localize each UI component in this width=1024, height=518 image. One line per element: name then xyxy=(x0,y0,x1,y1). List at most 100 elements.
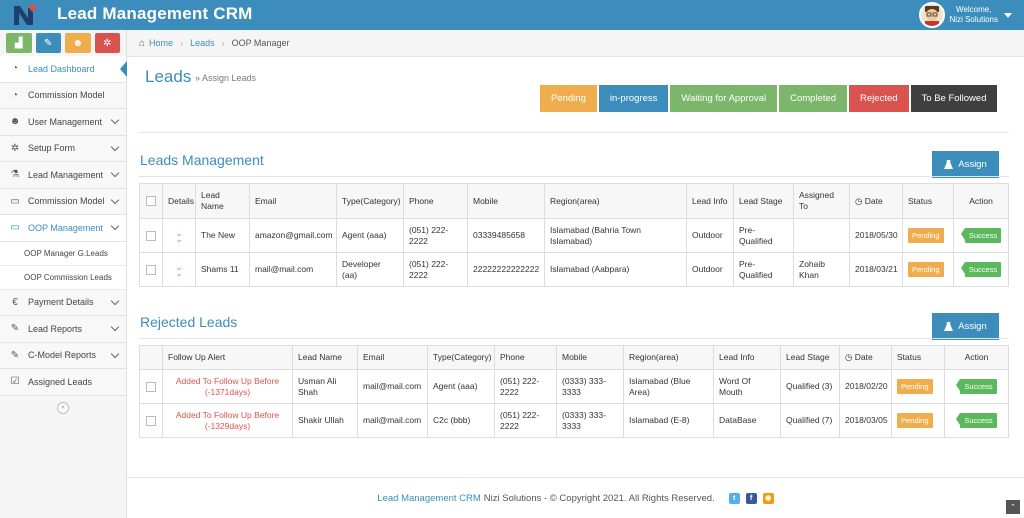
clock-icon: ◷ xyxy=(855,195,863,206)
sidebar-item-payment-details[interactable]: € Payment Details xyxy=(0,289,126,316)
status-filter-bar: Pending in-progress Waiting for Approval… xyxy=(540,85,998,112)
avatar[interactable] xyxy=(918,2,945,28)
breadcrumb-separator-icon: › xyxy=(180,38,184,48)
action-cell: Success xyxy=(944,403,1009,438)
chevron-down-icon xyxy=(110,195,120,204)
sidebar-item-label: OOP Manager G.Leads xyxy=(24,248,108,258)
email-cell: mail@mail.com xyxy=(357,403,428,438)
page-title: Leads xyxy=(145,67,192,86)
flask-icon xyxy=(944,159,954,169)
column-header: Lead Info xyxy=(686,183,734,219)
user-name: Nizi Solutions xyxy=(949,15,998,24)
sidebar-collapse-button[interactable]: « xyxy=(57,401,69,414)
stats-shortcut-button[interactable]: ▟ xyxy=(6,33,32,53)
select-all-checkbox[interactable] xyxy=(146,196,156,206)
column-header-date: ◷ Date xyxy=(839,345,892,370)
pencil-icon: ✎ xyxy=(44,37,53,49)
assign-button[interactable]: Assign xyxy=(932,313,999,340)
breadcrumb-home-link[interactable]: Home xyxy=(149,38,173,48)
breadcrumb-leads-link[interactable]: Leads xyxy=(190,38,215,48)
sidebar-item-oop-management[interactable]: ▭ OOP Management xyxy=(0,215,126,242)
sidebar-item-lead-management[interactable]: ⚗ Lead Management xyxy=(0,162,126,189)
column-header: Mobile xyxy=(556,345,624,370)
chevron-down-icon xyxy=(110,296,120,305)
chevron-down-icon xyxy=(110,221,120,231)
column-header: Lead Stage xyxy=(780,345,840,370)
row-checkbox[interactable] xyxy=(146,230,156,241)
twitter-icon[interactable]: t xyxy=(728,492,740,504)
status-to-be-followed-button[interactable]: To Be Followed xyxy=(910,85,998,112)
success-action-button[interactable]: Success xyxy=(956,413,997,428)
lead-name-cell: Usman Ali Shah xyxy=(292,369,358,404)
success-action-button[interactable]: Success xyxy=(960,228,1002,243)
column-header: Status xyxy=(902,183,954,219)
region-cell: Islamabad (Blue Area) xyxy=(623,369,714,404)
column-header: Type(Category) xyxy=(427,345,495,370)
breadcrumb: ⌂ Home › Leads › OOP Manager xyxy=(127,30,1024,57)
status-waiting-approval-button[interactable]: Waiting for Approval xyxy=(670,85,778,112)
column-header: Assigned To xyxy=(793,183,850,219)
footer-brand: Lead Management CRM xyxy=(377,492,481,504)
status-in-progress-button[interactable]: in-progress xyxy=(598,85,669,112)
sidebar-subitem-oop-manager-gleads[interactable]: OOP Manager G.Leads xyxy=(0,241,126,266)
expand-details-icon[interactable]: ⌄ ⌄ xyxy=(168,262,190,277)
column-header: Type(Category) xyxy=(336,183,404,219)
sidebar-item-assigned-leads[interactable]: ☑ Assigned Leads xyxy=(0,369,126,396)
status-badge: Pending xyxy=(908,228,944,243)
region-cell: Islamabad (Bahria Town Islamabad) xyxy=(544,218,687,253)
row-checkbox[interactable] xyxy=(146,264,156,275)
rss-icon[interactable]: ◉ xyxy=(762,492,774,504)
user-menu[interactable]: Welcome, Nizi Solutions xyxy=(918,0,1012,30)
row-checkbox[interactable] xyxy=(146,381,156,392)
status-cell: Pending xyxy=(902,218,954,253)
app-logo-icon[interactable] xyxy=(12,3,38,27)
success-action-button[interactable]: Success xyxy=(956,379,997,394)
lead-name-cell: The New xyxy=(195,218,250,253)
lead-info-cell: Outdoor xyxy=(686,252,734,287)
follow-up-alert-cell: Added To Follow Up Before (-1329days) xyxy=(162,403,293,438)
dashboard-icon: ◔ xyxy=(11,63,19,75)
edit-icon: ✎ xyxy=(10,323,20,335)
select-all-cell xyxy=(139,345,163,370)
sidebar-item-lead-reports[interactable]: ✎ Lead Reports xyxy=(0,316,126,343)
type-cell: C2c (bbb) xyxy=(427,403,495,438)
status-rejected-button[interactable]: Rejected xyxy=(849,85,909,112)
sidebar-item-commission-model[interactable]: ◔ Commission Model xyxy=(0,82,126,109)
settings-shortcut-button[interactable]: ✲ xyxy=(94,33,120,53)
action-cell: Success xyxy=(953,218,1009,253)
status-completed-button[interactable]: Completed xyxy=(779,85,848,112)
sidebar-item-setup-form[interactable]: ✲ Setup Form xyxy=(0,135,126,162)
flask-icon xyxy=(944,321,954,331)
phone-cell: (051) 222-2222 xyxy=(403,252,468,287)
status-pending-button[interactable]: Pending xyxy=(540,85,597,112)
chevron-down-icon[interactable] xyxy=(1004,12,1012,18)
details-cell: ⌄ ⌄ xyxy=(162,252,196,287)
date-cell: 2018/05/30 xyxy=(849,218,903,253)
assign-label: Assign xyxy=(958,321,987,332)
facebook-icon[interactable]: f xyxy=(745,492,757,504)
sidebar-item-user-management[interactable]: ☻ User Management xyxy=(0,109,126,136)
sidebar-item-label: Payment Details xyxy=(28,297,94,308)
lead-stage-cell: Pre-Qualified xyxy=(733,252,794,287)
sidebar-subitem-oop-commission-leads[interactable]: OOP Commission Leads xyxy=(0,265,126,290)
sidebar-item-commission-model-2[interactable]: ▭ Commission Model xyxy=(0,188,126,215)
expand-details-icon[interactable]: ⌄ ⌄ xyxy=(168,228,190,243)
assigned-to-cell: Zohaib Khan xyxy=(793,252,850,287)
main-content: Leads » Assign Leads Pending in-progress… xyxy=(127,57,1024,518)
lead-stage-cell: Pre-Qualified xyxy=(733,218,794,253)
rejected-leads-table: Follow Up Alert Lead Name Email Type(Cat… xyxy=(139,345,1009,438)
sidebar-item-lead-dashboard[interactable]: ◔ Lead Dashboard xyxy=(0,56,127,83)
row-checkbox[interactable] xyxy=(146,415,156,426)
edit-shortcut-button[interactable]: ✎ xyxy=(35,33,61,53)
type-cell: Agent (aaa) xyxy=(427,369,495,404)
users-shortcut-button[interactable]: ☻ xyxy=(65,33,91,53)
rejected-leads-title: Rejected Leads xyxy=(140,314,238,330)
scroll-to-top-button[interactable]: ⌃ xyxy=(1006,500,1020,514)
phone-cell: (051) 222-2222 xyxy=(494,403,557,438)
status-cell: Pending xyxy=(902,252,954,287)
assign-button[interactable]: Assign xyxy=(932,151,999,178)
success-action-button[interactable]: Success xyxy=(960,262,1002,277)
column-header: Action xyxy=(953,183,1009,219)
select-all-cell xyxy=(139,183,163,219)
sidebar-item-c-model-reports[interactable]: ✎ C-Model Reports xyxy=(0,342,126,369)
